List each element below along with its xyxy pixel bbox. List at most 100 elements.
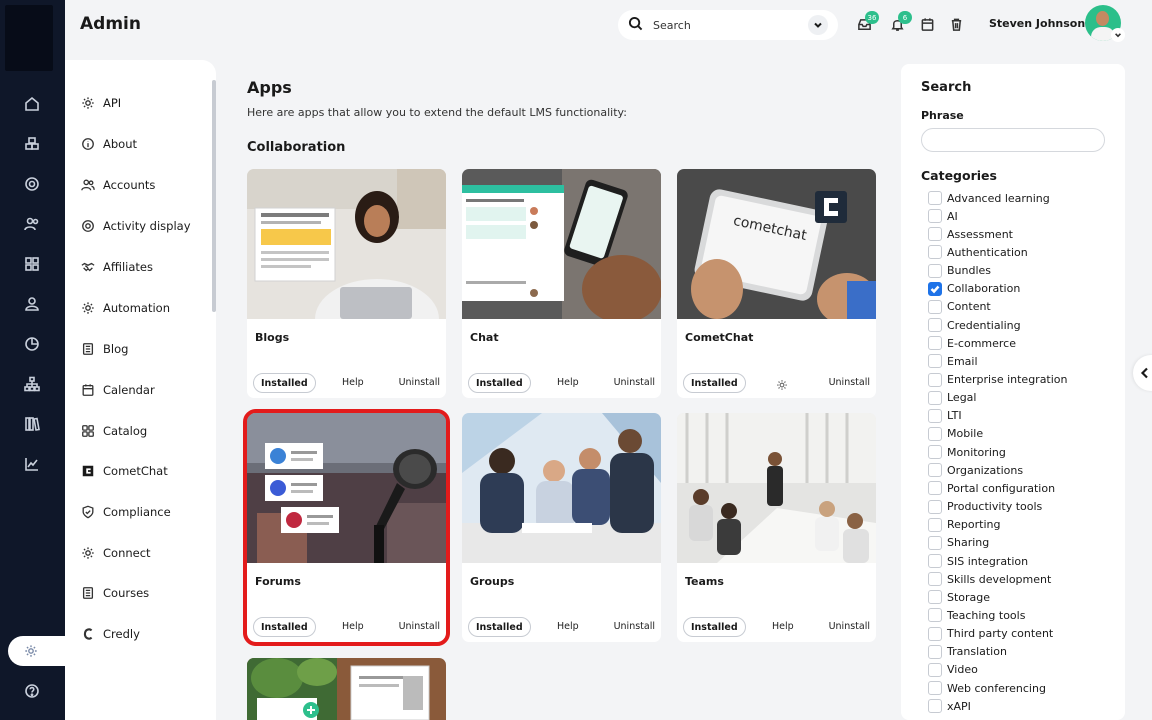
- category-checkbox[interactable]: [928, 209, 942, 224]
- uninstall-link[interactable]: Uninstall: [399, 621, 440, 632]
- submenu-item-activity-display[interactable]: Activity display: [81, 216, 191, 236]
- category-checkbox[interactable]: [928, 263, 942, 278]
- trash-button[interactable]: [949, 17, 965, 33]
- help-link[interactable]: Help: [557, 621, 579, 632]
- category-sharing[interactable]: Sharing: [923, 535, 989, 551]
- category-assessment[interactable]: Assessment: [923, 226, 1013, 242]
- category-checkbox[interactable]: [928, 499, 942, 514]
- submenu-item-automation[interactable]: Automation: [81, 298, 170, 318]
- category-third-party-content[interactable]: Third party content: [923, 626, 1053, 642]
- category-web-conferencing[interactable]: Web conferencing: [923, 680, 1046, 696]
- category-checkbox[interactable]: [928, 681, 942, 696]
- category-checkbox[interactable]: [928, 662, 942, 677]
- category-checkbox[interactable]: [928, 426, 942, 441]
- category-video[interactable]: Video: [923, 662, 978, 678]
- category-portal-configuration[interactable]: Portal configuration: [923, 480, 1055, 496]
- chevron-down-icon[interactable]: [1111, 28, 1125, 42]
- category-checkbox[interactable]: [928, 517, 942, 532]
- calendar-button[interactable]: [920, 17, 936, 33]
- uninstall-link[interactable]: Uninstall: [614, 621, 655, 632]
- library-icon[interactable]: [21, 413, 43, 435]
- category-credentialing[interactable]: Credentialing: [923, 317, 1021, 333]
- category-lti[interactable]: LTI: [923, 408, 962, 424]
- category-checkbox[interactable]: [928, 408, 942, 423]
- category-bundles[interactable]: Bundles: [923, 263, 991, 279]
- category-checkbox[interactable]: [928, 336, 942, 351]
- settings-nav-item[interactable]: [8, 636, 68, 666]
- category-monitoring[interactable]: Monitoring: [923, 444, 1006, 460]
- messages-button[interactable]: 36: [857, 11, 879, 33]
- global-search[interactable]: Search: [618, 10, 838, 40]
- phrase-input[interactable]: [921, 128, 1105, 152]
- category-e-commerce[interactable]: E-commerce: [923, 335, 1016, 351]
- submenu-item-courses[interactable]: Courses: [81, 583, 149, 603]
- user-icon[interactable]: [21, 293, 43, 315]
- category-checkbox[interactable]: [928, 608, 942, 623]
- target-icon[interactable]: [21, 173, 43, 195]
- chevron-down-icon[interactable]: [808, 15, 828, 35]
- category-checkbox[interactable]: [928, 572, 942, 587]
- category-authentication[interactable]: Authentication: [923, 244, 1028, 260]
- app-card-teams[interactable]: Teams Installed Help Uninstall: [677, 413, 876, 642]
- category-checkbox[interactable]: [928, 554, 942, 568]
- category-checkbox[interactable]: [928, 354, 942, 369]
- line-chart-icon[interactable]: [21, 453, 43, 475]
- category-xapi[interactable]: xAPI: [923, 698, 971, 714]
- category-productivity-tools[interactable]: Productivity tools: [923, 499, 1042, 515]
- category-checkbox[interactable]: [928, 481, 942, 496]
- category-checkbox[interactable]: [928, 445, 942, 460]
- cubes-icon[interactable]: [21, 133, 43, 155]
- submenu-item-accounts[interactable]: Accounts: [81, 175, 155, 195]
- category-checkbox[interactable]: [928, 372, 942, 387]
- app-card-chat[interactable]: Chat Installed Help Uninstall: [462, 169, 661, 398]
- help-icon[interactable]: [21, 680, 43, 702]
- app-card-partial[interactable]: [247, 658, 446, 720]
- grid-icon[interactable]: [21, 253, 43, 275]
- user-name[interactable]: Steven Johnson: [989, 17, 1085, 30]
- submenu-item-credly[interactable]: Credly: [81, 624, 140, 644]
- submenu-item-connect[interactable]: Connect: [81, 543, 151, 563]
- submenu-item-api[interactable]: API: [81, 93, 121, 113]
- category-teaching-tools[interactable]: Teaching tools: [923, 607, 1025, 623]
- category-organizations[interactable]: Organizations: [923, 462, 1023, 478]
- category-translation[interactable]: Translation: [923, 644, 1007, 660]
- logo[interactable]: [5, 5, 53, 71]
- uninstall-link[interactable]: Uninstall: [399, 377, 440, 388]
- category-checkbox[interactable]: [928, 245, 942, 260]
- submenu-item-affiliates[interactable]: Affiliates: [81, 257, 153, 277]
- hierarchy-icon[interactable]: [21, 373, 43, 395]
- app-card-blogs[interactable]: Blogs Installed Help Uninstall: [247, 169, 446, 398]
- submenu-item-about[interactable]: About: [81, 134, 137, 154]
- category-checkbox[interactable]: [928, 390, 942, 405]
- category-collaboration[interactable]: Collaboration: [923, 281, 1020, 297]
- category-storage[interactable]: Storage: [923, 589, 990, 605]
- category-checkbox[interactable]: [928, 191, 942, 205]
- category-content[interactable]: Content: [923, 299, 991, 315]
- help-link[interactable]: Help: [342, 377, 364, 388]
- pie-chart-icon[interactable]: [21, 333, 43, 355]
- category-reporting[interactable]: Reporting: [923, 517, 1000, 533]
- home-icon[interactable]: [21, 93, 43, 115]
- category-checkbox[interactable]: [928, 463, 942, 478]
- category-legal[interactable]: Legal: [923, 390, 976, 406]
- category-advanced-learning[interactable]: Advanced learning: [923, 190, 1050, 206]
- users-icon[interactable]: [21, 213, 43, 235]
- category-checkbox[interactable]: [928, 699, 942, 714]
- category-checkbox[interactable]: [928, 281, 942, 296]
- category-checkbox[interactable]: [928, 299, 942, 314]
- submenu-item-compliance[interactable]: Compliance: [81, 502, 171, 522]
- submenu-item-cometchat[interactable]: CometChat: [81, 461, 168, 481]
- submenu-item-blog[interactable]: Blog: [81, 339, 128, 359]
- app-card-cometchat[interactable]: cometchat CometChat Installed Uninstall: [677, 169, 876, 398]
- uninstall-link[interactable]: Uninstall: [829, 377, 870, 388]
- help-link[interactable]: Help: [342, 621, 364, 632]
- settings-button[interactable]: [776, 376, 788, 395]
- uninstall-link[interactable]: Uninstall: [614, 377, 655, 388]
- category-sis-integration[interactable]: SIS integration: [923, 553, 1028, 569]
- category-checkbox[interactable]: [928, 318, 942, 333]
- help-link[interactable]: Help: [772, 621, 794, 632]
- submenu-item-catalog[interactable]: Catalog: [81, 421, 147, 441]
- category-email[interactable]: Email: [923, 353, 978, 369]
- collapse-panel-button[interactable]: [1133, 355, 1152, 391]
- help-link[interactable]: Help: [557, 377, 579, 388]
